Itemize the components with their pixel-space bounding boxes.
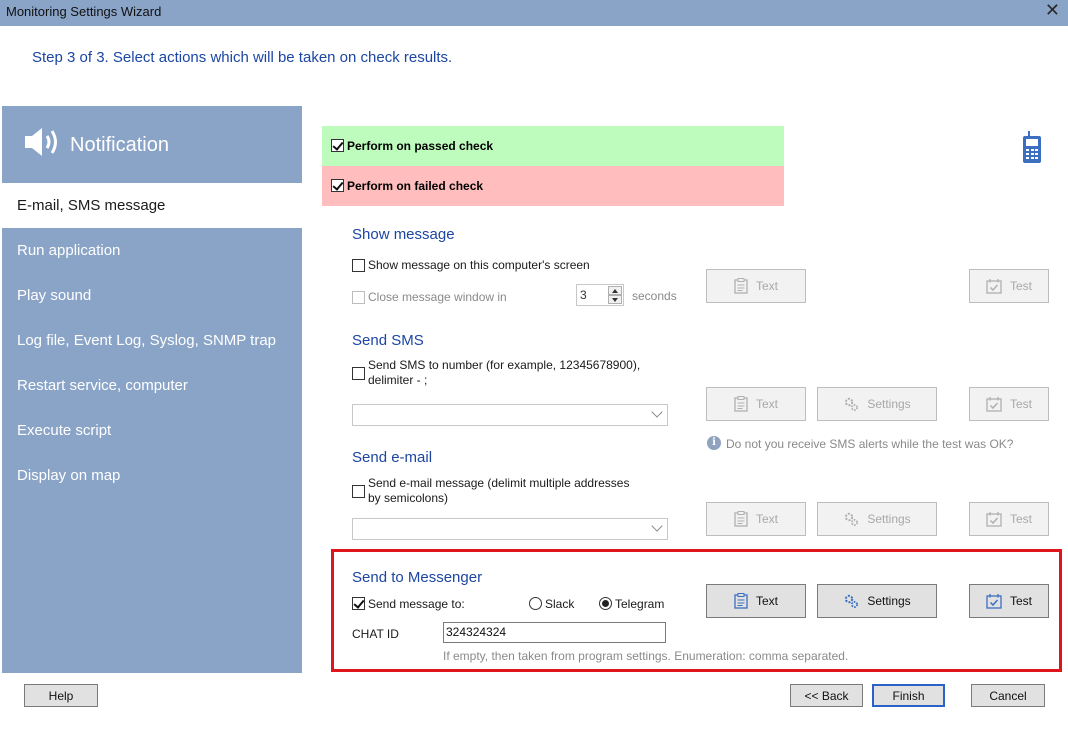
gear-icon <box>845 594 859 608</box>
messenger-settings-button[interactable]: Settings <box>817 584 937 618</box>
stepper-down-button[interactable] <box>608 295 622 304</box>
sidebar-item-email-sms[interactable]: E-mail, SMS message <box>2 183 302 228</box>
sms-test-button[interactable]: Test <box>969 387 1049 421</box>
send-email-label-line1[interactable]: Send e-mail message (delimit multiple ad… <box>368 476 629 490</box>
perform-passed-band: Perform on passed check <box>322 126 784 166</box>
chat-id-input[interactable]: 324324324 <box>443 622 666 643</box>
button-label: Text <box>755 279 778 293</box>
document-icon <box>734 511 748 527</box>
sidebar-item-play-sound[interactable]: Play sound <box>2 273 302 318</box>
phone-icon <box>1023 131 1041 163</box>
email-address-combo[interactable] <box>352 518 668 540</box>
button-label: Settings <box>867 397 911 411</box>
perform-passed-label[interactable]: Perform on passed check <box>347 139 493 153</box>
messenger-text-button[interactable]: Text <box>706 584 806 618</box>
button-label: Test <box>1009 594 1032 608</box>
close-window-checkbox[interactable] <box>352 291 365 304</box>
perform-failed-label[interactable]: Perform on failed check <box>347 179 483 193</box>
stepper-up-button[interactable] <box>608 286 622 295</box>
info-icon: i <box>707 436 721 450</box>
sidebar-item-log-file[interactable]: Log file, Event Log, Syslog, SNMP trap <box>2 318 302 363</box>
show-message-checkbox[interactable] <box>352 259 365 272</box>
send-sms-title: Send SMS <box>352 332 424 349</box>
back-button[interactable]: << Back <box>790 684 863 707</box>
send-email-label-line2[interactable]: by semicolons) <box>368 491 448 505</box>
seconds-stepper[interactable]: 3 <box>576 284 624 306</box>
messenger-title: Send to Messenger <box>352 569 483 586</box>
email-test-button[interactable]: Test <box>969 502 1049 536</box>
button-label: Text <box>755 512 778 526</box>
document-icon <box>734 396 748 412</box>
button-label: Test <box>1009 279 1032 293</box>
button-label: Text <box>755 397 778 411</box>
speaker-icon <box>25 128 57 156</box>
send-sms-checkbox[interactable] <box>352 367 365 380</box>
document-icon <box>734 278 748 294</box>
show-message-title: Show message <box>352 226 455 243</box>
sidebar-item-run-application[interactable]: Run application <box>2 228 302 273</box>
sidebar-item-display-on-map[interactable]: Display on map <box>2 453 302 498</box>
sms-info-link[interactable]: Do not you receive SMS alerts while the … <box>726 437 1013 451</box>
slack-radio-label[interactable]: Slack <box>545 597 574 611</box>
send-sms-label-line1[interactable]: Send SMS to number (for example, 1234567… <box>368 358 640 372</box>
send-sms-label-line2[interactable]: delimiter - ; <box>368 373 427 387</box>
perform-failed-band: Perform on failed check <box>322 166 784 206</box>
cancel-button[interactable]: Cancel <box>971 684 1045 707</box>
messenger-option-label[interactable]: Send message to: <box>368 597 465 611</box>
gear-icon <box>845 512 859 526</box>
window-title: Monitoring Settings Wizard <box>6 4 162 19</box>
email-text-button[interactable]: Text <box>706 502 806 536</box>
button-label: Text <box>755 594 778 608</box>
email-settings-button[interactable]: Settings <box>817 502 937 536</box>
sms-number-combo[interactable] <box>352 404 668 426</box>
sidebar: Notification E-mail, SMS message Run app… <box>2 106 302 673</box>
perform-failed-checkbox[interactable] <box>331 179 344 192</box>
calendar-check-icon <box>986 278 1002 294</box>
button-label: Test <box>1009 397 1032 411</box>
sidebar-item-execute-script[interactable]: Execute script <box>2 408 302 453</box>
show-message-test-button[interactable]: Test <box>969 269 1049 303</box>
sidebar-title: Notification <box>70 134 169 156</box>
sms-settings-button[interactable]: Settings <box>817 387 937 421</box>
finish-button[interactable]: Finish <box>872 684 945 707</box>
gear-icon <box>845 397 859 411</box>
close-button[interactable]: ✕ <box>1045 0 1060 21</box>
chat-id-label: CHAT ID <box>352 627 399 641</box>
telegram-radio[interactable] <box>599 597 612 610</box>
send-email-checkbox[interactable] <box>352 485 365 498</box>
document-icon <box>734 593 748 609</box>
sms-text-button[interactable]: Text <box>706 387 806 421</box>
chevron-down-icon <box>651 520 663 532</box>
step-header: Step 3 of 3. Select actions which will b… <box>32 49 453 66</box>
show-message-label[interactable]: Show message on this computer's screen <box>368 258 590 272</box>
button-label: Test <box>1009 512 1032 526</box>
chevron-down-icon <box>651 406 663 418</box>
perform-passed-checkbox[interactable] <box>331 139 344 152</box>
slack-radio[interactable] <box>529 597 542 610</box>
calendar-check-icon <box>986 511 1002 527</box>
title-bar: Monitoring Settings Wizard ✕ <box>0 0 1068 26</box>
seconds-value[interactable]: 3 <box>580 288 587 302</box>
messenger-test-button[interactable]: Test <box>969 584 1049 618</box>
telegram-radio-label[interactable]: Telegram <box>615 597 664 611</box>
calendar-check-icon <box>986 396 1002 412</box>
calendar-check-icon <box>986 593 1002 609</box>
help-button[interactable]: Help <box>24 684 98 707</box>
close-window-label: Close message window in <box>368 290 507 304</box>
messenger-checkbox[interactable] <box>352 597 365 610</box>
button-label: Settings <box>867 512 911 526</box>
show-message-text-button[interactable]: Text <box>706 269 806 303</box>
button-label: Settings <box>867 594 911 608</box>
sidebar-item-restart-service[interactable]: Restart service, computer <box>2 363 302 408</box>
chat-id-hint: If empty, then taken from program settin… <box>443 649 849 663</box>
seconds-label: seconds <box>632 289 677 303</box>
send-email-title: Send e-mail <box>352 449 433 466</box>
